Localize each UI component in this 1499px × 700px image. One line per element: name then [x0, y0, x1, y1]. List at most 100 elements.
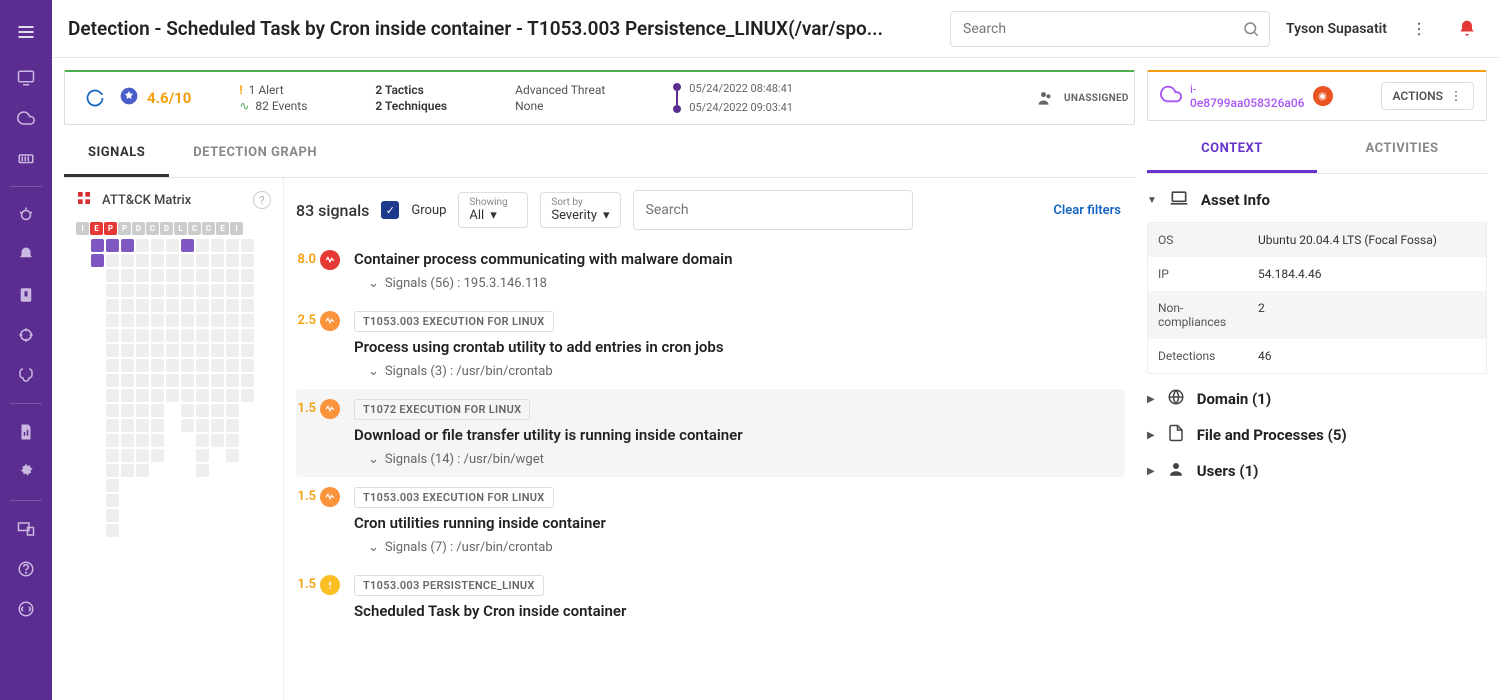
matrix-cell[interactable]	[151, 344, 164, 357]
nav-bug-icon[interactable]	[8, 197, 44, 233]
matrix-cell[interactable]	[241, 239, 254, 252]
nav-report-icon[interactable]	[8, 414, 44, 450]
matrix-cell[interactable]	[106, 419, 119, 432]
matrix-cell[interactable]	[121, 284, 134, 297]
matrix-cell[interactable]	[241, 329, 254, 342]
matrix-cell[interactable]	[226, 359, 239, 372]
matrix-cell[interactable]	[181, 419, 194, 432]
matrix-cell[interactable]	[181, 359, 194, 372]
matrix-cell[interactable]	[136, 299, 149, 312]
clear-filters-button[interactable]: Clear filters	[1053, 203, 1131, 218]
matrix-cell[interactable]	[226, 329, 239, 342]
matrix-cell[interactable]	[181, 314, 194, 327]
panel-header[interactable]: ▶File and Processes (5)	[1147, 424, 1487, 446]
matrix-cell[interactable]	[226, 254, 239, 267]
matrix-cell[interactable]	[166, 254, 179, 267]
matrix-cell[interactable]	[151, 449, 164, 462]
matrix-cell[interactable]	[196, 404, 209, 417]
matrix-cell[interactable]	[196, 419, 209, 432]
matrix-cell[interactable]	[196, 374, 209, 387]
signal-expand[interactable]: ⌄Signals (14) : /usr/bin/wget	[354, 452, 1125, 467]
nav-brain-icon[interactable]	[8, 357, 44, 393]
matrix-cell[interactable]	[181, 329, 194, 342]
matrix-cell[interactable]	[196, 314, 209, 327]
matrix-cell[interactable]	[121, 254, 134, 267]
matrix-cell[interactable]	[151, 419, 164, 432]
matrix-cell[interactable]	[166, 374, 179, 387]
matrix-cell[interactable]	[211, 329, 224, 342]
signal-item[interactable]: 8.0Container process communicating with …	[296, 240, 1125, 301]
kebab-icon[interactable]	[1403, 13, 1435, 45]
tab-context[interactable]: CONTEXT	[1147, 127, 1317, 173]
matrix-cell[interactable]	[106, 269, 119, 282]
matrix-cell[interactable]	[181, 299, 194, 312]
matrix-cell[interactable]	[196, 359, 209, 372]
menu-icon[interactable]	[0, 8, 52, 56]
matrix-cell[interactable]	[106, 494, 119, 507]
matrix-cell[interactable]	[226, 239, 239, 252]
matrix-cell[interactable]	[166, 329, 179, 342]
matrix-cell[interactable]	[151, 389, 164, 402]
matrix-cell[interactable]	[226, 314, 239, 327]
matrix-cell[interactable]	[226, 269, 239, 282]
global-search[interactable]	[950, 11, 1270, 47]
matrix-cell[interactable]	[226, 374, 239, 387]
matrix-cell[interactable]	[166, 284, 179, 297]
matrix-cell[interactable]	[226, 419, 239, 432]
matrix-cell[interactable]	[181, 284, 194, 297]
matrix-cell[interactable]	[211, 374, 224, 387]
matrix-cell[interactable]	[106, 254, 119, 267]
matrix-cell[interactable]	[106, 299, 119, 312]
signals-search-input[interactable]	[633, 190, 913, 230]
matrix-cell[interactable]	[106, 404, 119, 417]
matrix-cell[interactable]	[151, 314, 164, 327]
matrix-cell[interactable]	[166, 299, 179, 312]
global-search-input[interactable]	[950, 11, 1270, 47]
matrix-cell[interactable]	[121, 344, 134, 357]
matrix-cell[interactable]	[241, 389, 254, 402]
matrix-cell[interactable]	[121, 434, 134, 447]
panel-header[interactable]: ▶Domain (1)	[1147, 388, 1487, 410]
matrix-cell[interactable]	[211, 314, 224, 327]
tab-activities[interactable]: ACTIVITIES	[1317, 127, 1487, 173]
matrix-cell[interactable]	[196, 284, 209, 297]
matrix-cell[interactable]	[241, 254, 254, 267]
matrix-cell[interactable]	[136, 329, 149, 342]
asset-id-link[interactable]: i- 0e8799aa058326a06	[1190, 82, 1305, 110]
nav-monitor-icon[interactable]	[8, 60, 44, 96]
nav-devices-icon[interactable]	[8, 511, 44, 547]
matrix-cell[interactable]	[226, 434, 239, 447]
matrix-cell[interactable]	[196, 299, 209, 312]
group-checkbox[interactable]: ✓	[381, 201, 399, 219]
signal-item[interactable]: 1.5T1072 EXECUTION FOR LINUXDownload or …	[296, 389, 1125, 477]
matrix-cell[interactable]	[181, 269, 194, 282]
matrix-cell[interactable]	[151, 269, 164, 282]
matrix-cell[interactable]	[226, 284, 239, 297]
matrix-cell[interactable]	[136, 449, 149, 462]
matrix-cell[interactable]	[211, 419, 224, 432]
matrix-cell[interactable]	[136, 314, 149, 327]
matrix-cell[interactable]	[121, 239, 134, 252]
matrix-cell[interactable]	[136, 464, 149, 477]
matrix-cell[interactable]	[106, 359, 119, 372]
matrix-cell[interactable]	[136, 404, 149, 417]
matrix-cell[interactable]	[211, 284, 224, 297]
matrix-cell[interactable]	[166, 239, 179, 252]
matrix-cell[interactable]	[196, 239, 209, 252]
matrix-cell[interactable]	[106, 509, 119, 522]
notification-bell-icon[interactable]	[1451, 13, 1483, 45]
matrix-cell[interactable]	[121, 404, 134, 417]
matrix-cell[interactable]	[166, 269, 179, 282]
matrix-cell[interactable]	[226, 344, 239, 357]
matrix-cell[interactable]	[151, 359, 164, 372]
signals-search[interactable]	[633, 190, 913, 230]
signal-expand[interactable]: ⌄Signals (56) : 195.3.146.118	[354, 276, 1125, 291]
matrix-cell[interactable]	[211, 254, 224, 267]
matrix-cell[interactable]	[91, 239, 104, 252]
signal-expand[interactable]: ⌄Signals (7) : /usr/bin/crontab	[354, 540, 1125, 555]
matrix-cell[interactable]	[121, 269, 134, 282]
signal-item[interactable]: 1.5T1053.003 EXECUTION FOR LINUXCron uti…	[296, 477, 1125, 565]
matrix-cell[interactable]	[226, 389, 239, 402]
tab-signals[interactable]: SIGNALS	[64, 131, 169, 177]
matrix-cell[interactable]	[106, 389, 119, 402]
